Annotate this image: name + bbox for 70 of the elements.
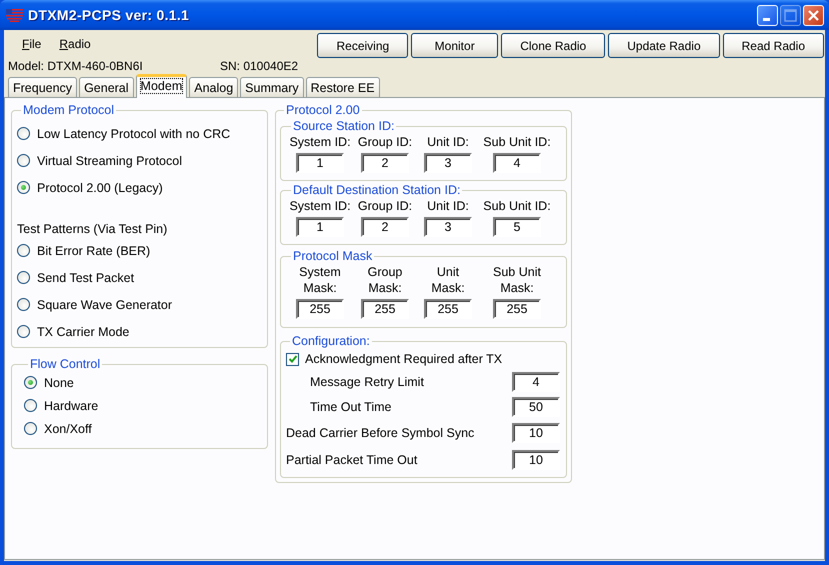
radio-button[interactable]: Virtual Streaming Protocol [17, 147, 182, 174]
radio-button[interactable]: Send Test Packet [17, 264, 134, 291]
field-label: System ID: [289, 198, 351, 214]
model-label: Model: DTXM-460-0BN6I [8, 58, 144, 72]
field-label: Unit Mask: [430, 264, 466, 296]
field-label: Unit ID: [427, 198, 469, 214]
group-title: Modem Protocol [22, 103, 116, 117]
input-field[interactable]: 3 [424, 153, 472, 173]
toolbar-button[interactable]: Read Radio [722, 33, 824, 58]
setting-label: Partial Packet Time Out [286, 452, 418, 466]
group-title: Protocol 2.00 [285, 103, 361, 117]
toolbar-button[interactable]: Receiving [317, 33, 408, 58]
group-title: Protocol Mask [292, 249, 374, 263]
toolbar-button[interactable]: Clone Radio [501, 33, 606, 58]
window-title: DTXM2-PCPS ver: 0.1.1 [28, 7, 190, 23]
input-field[interactable]: 50 [512, 396, 560, 416]
tab[interactable]: Restore EE [306, 77, 380, 97]
input-field[interactable]: 255 [361, 299, 409, 319]
input-field[interactable]: 1 [296, 217, 344, 237]
field-label: Group Mask: [366, 264, 404, 296]
tab[interactable]: Summary [240, 77, 304, 97]
setting-label: Message Retry Limit [310, 374, 424, 388]
radio-button[interactable]: None [24, 371, 74, 394]
field-label: Group ID: [358, 134, 412, 150]
field-label: System ID: [289, 134, 351, 150]
group-title: Flow Control [29, 357, 102, 371]
input-field[interactable]: 255 [296, 299, 344, 319]
checkbox[interactable]: Acknowledgment Required after TX [286, 349, 502, 369]
radio-button[interactable]: TX Carrier Mode [17, 318, 130, 345]
radio-button[interactable]: Hardware [24, 394, 98, 417]
radio-button[interactable]: Low Latency Protocol with no CRC [17, 120, 230, 147]
input-field[interactable]: 10 [512, 450, 560, 470]
setting-label: Time Out Time [310, 400, 392, 414]
input-field[interactable]: 5 [493, 217, 541, 237]
input-field[interactable]: 255 [424, 299, 472, 319]
tab[interactable]: General [79, 77, 134, 97]
input-field[interactable]: 4 [493, 153, 541, 173]
minimize-button[interactable] [757, 4, 778, 26]
input-field[interactable]: 3 [424, 217, 472, 237]
group-title: Configuration: [291, 334, 371, 348]
field-label: Sub Unit ID: [483, 198, 551, 214]
tab[interactable]: Analog [189, 77, 238, 97]
radio-button[interactable]: Square Wave Generator [17, 291, 172, 318]
group-title: Source Station ID: [292, 119, 396, 133]
input-field[interactable]: 2 [361, 217, 409, 237]
input-field[interactable]: 10 [512, 422, 560, 442]
close-button[interactable] [803, 4, 824, 26]
input-field[interactable]: 1 [296, 153, 344, 173]
setting-label: Dead Carrier Before Symbol Sync [286, 426, 474, 440]
tab[interactable]: Modem [136, 74, 188, 98]
field-label: System Mask: [298, 264, 342, 296]
toolbar-button[interactable]: Monitor [411, 33, 498, 58]
radio-button[interactable]: Xon/Xoff [24, 417, 92, 440]
menu-item[interactable]: File [13, 37, 50, 51]
input-field[interactable]: 2 [361, 153, 409, 173]
field-label: Group ID: [358, 198, 412, 214]
group-title: Default Destination Station ID: [292, 183, 462, 197]
section-label: Test Patterns (Via Test Pin) [17, 221, 168, 237]
field-label: Sub Unit Mask: [492, 264, 542, 296]
field-label: Unit ID: [427, 134, 469, 150]
tab[interactable]: Frequency [8, 77, 78, 97]
radio-button[interactable]: Protocol 2.00 (Legacy) [17, 174, 163, 201]
radio-button[interactable]: Bit Error Rate (BER) [17, 237, 150, 264]
field-label: Sub Unit ID: [483, 134, 551, 150]
input-field[interactable]: 4 [512, 372, 560, 392]
input-field[interactable]: 255 [493, 299, 541, 319]
toolbar-button[interactable]: Update Radio [608, 33, 720, 58]
menu-item[interactable]: Radio [50, 37, 100, 51]
serial-label: SN: 010040E2 [220, 58, 298, 72]
flag-icon [6, 8, 23, 22]
